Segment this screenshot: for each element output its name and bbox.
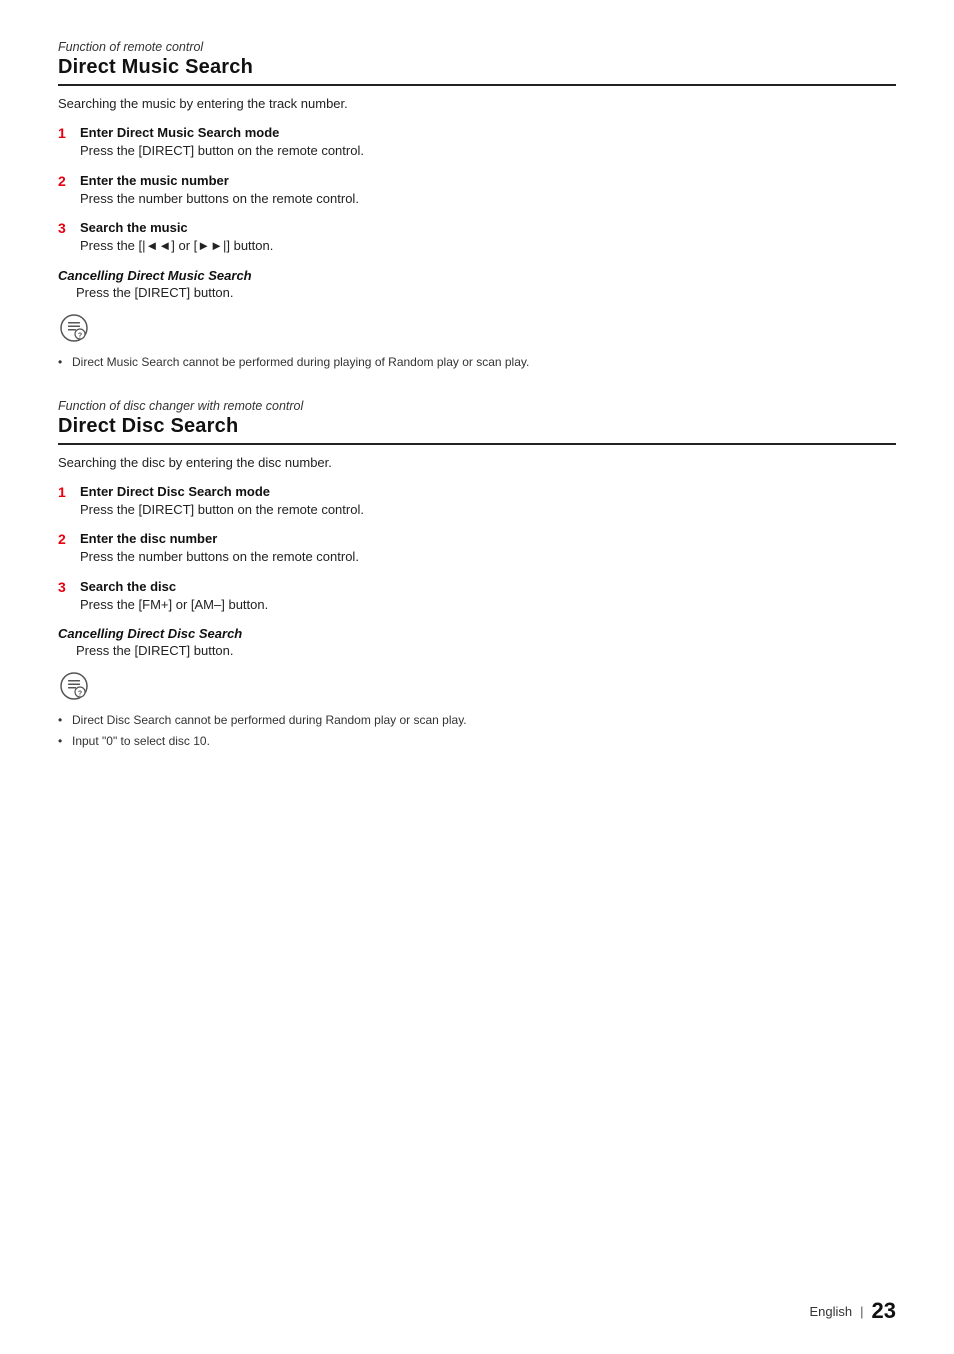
step-desc-2-disc: Press the number buttons on the remote c… xyxy=(80,547,896,567)
step-title-3-music: Search the music xyxy=(80,220,896,235)
step-title-2-disc: Enter the disc number xyxy=(80,531,896,546)
section-intro-2: Searching the disc by entering the disc … xyxy=(58,455,896,470)
note-item-music-1: Direct Music Search cannot be performed … xyxy=(58,353,896,371)
footer-page: 23 xyxy=(872,1298,896,1324)
section-title-1: Direct Music Search xyxy=(58,56,896,86)
step-desc-1-disc: Press the [DIRECT] button on the remote … xyxy=(80,500,896,520)
step-content-2-music: Enter the music number Press the number … xyxy=(80,173,896,209)
step-number-3-music: 3 xyxy=(58,220,80,236)
notes-music: Direct Music Search cannot be performed … xyxy=(58,353,896,371)
notes-disc: Direct Disc Search cannot be performed d… xyxy=(58,711,896,750)
step-2-music: 2 Enter the music number Press the numbe… xyxy=(58,173,896,209)
step-desc-3-music: Press the [|◄◄] or [►►|] button. xyxy=(80,236,896,256)
step-1-music: 1 Enter Direct Music Search mode Press t… xyxy=(58,125,896,161)
cancel-desc-disc: Press the [DIRECT] button. xyxy=(76,643,896,658)
cancel-disc: Cancelling Direct Disc Search Press the … xyxy=(58,626,896,658)
step-title-1-music: Enter Direct Music Search mode xyxy=(80,125,896,140)
svg-text:?: ? xyxy=(78,332,82,339)
cancel-desc-music: Press the [DIRECT] button. xyxy=(76,285,896,300)
function-label-1: Function of remote control xyxy=(58,40,896,54)
step-content-3-music: Search the music Press the [|◄◄] or [►►|… xyxy=(80,220,896,256)
step-content-1-music: Enter Direct Music Search mode Press the… xyxy=(80,125,896,161)
cancel-title-music: Cancelling Direct Music Search xyxy=(58,268,896,283)
step-title-3-disc: Search the disc xyxy=(80,579,896,594)
section-intro-1: Searching the music by entering the trac… xyxy=(58,96,896,111)
steps-disc: 1 Enter Direct Disc Search mode Press th… xyxy=(58,484,896,615)
function-label-2: Function of disc changer with remote con… xyxy=(58,399,896,413)
step-1-disc: 1 Enter Direct Disc Search mode Press th… xyxy=(58,484,896,520)
cancel-music: Cancelling Direct Music Search Press the… xyxy=(58,268,896,300)
cancel-title-disc: Cancelling Direct Disc Search xyxy=(58,626,896,641)
section-title-2: Direct Disc Search xyxy=(58,415,896,445)
step-number-2-music: 2 xyxy=(58,173,80,189)
step-number-1-disc: 1 xyxy=(58,484,80,500)
note-icon-music: ? xyxy=(58,312,896,349)
svg-text:?: ? xyxy=(78,691,82,698)
step-3-disc: 3 Search the disc Press the [FM+] or [AM… xyxy=(58,579,896,615)
step-3-music: 3 Search the music Press the [|◄◄] or [►… xyxy=(58,220,896,256)
step-number-3-disc: 3 xyxy=(58,579,80,595)
step-title-2-music: Enter the music number xyxy=(80,173,896,188)
page: Function of remote control Direct Music … xyxy=(0,0,954,1354)
step-number-1-music: 1 xyxy=(58,125,80,141)
step-content-3-disc: Search the disc Press the [FM+] or [AM–]… xyxy=(80,579,896,615)
step-content-2-disc: Enter the disc number Press the number b… xyxy=(80,531,896,567)
step-2-disc: 2 Enter the disc number Press the number… xyxy=(58,531,896,567)
footer-language: English xyxy=(809,1304,852,1319)
step-desc-3-disc: Press the [FM+] or [AM–] button. xyxy=(80,595,896,615)
step-number-2-disc: 2 xyxy=(58,531,80,547)
steps-music: 1 Enter Direct Music Search mode Press t… xyxy=(58,125,896,256)
footer: English | 23 xyxy=(809,1298,896,1324)
step-content-1-disc: Enter Direct Disc Search mode Press the … xyxy=(80,484,896,520)
note-item-disc-1: Direct Disc Search cannot be performed d… xyxy=(58,711,896,729)
note-icon-disc: ? xyxy=(58,670,896,707)
section-direct-disc-search: Function of disc changer with remote con… xyxy=(58,399,896,751)
footer-divider: | xyxy=(860,1304,863,1319)
step-title-1-disc: Enter Direct Disc Search mode xyxy=(80,484,896,499)
step-desc-1-music: Press the [DIRECT] button on the remote … xyxy=(80,141,896,161)
step-desc-2-music: Press the number buttons on the remote c… xyxy=(80,189,896,209)
note-item-disc-2: Input "0" to select disc 10. xyxy=(58,732,896,750)
section-direct-music-search: Function of remote control Direct Music … xyxy=(58,40,896,371)
